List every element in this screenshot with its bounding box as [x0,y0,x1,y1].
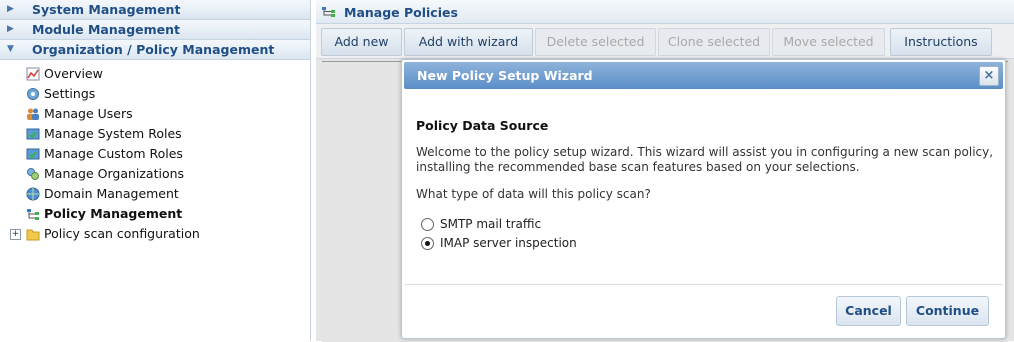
users-icon [27,108,39,120]
option-imap-server-inspection[interactable]: IMAP server inspection [416,234,996,253]
dialog-body: Policy Data Source Welcome to the policy… [416,118,996,253]
move-selected-button[interactable]: Move selected [772,28,885,56]
chart-icon [26,67,40,81]
data-type-question: What type of data will this policy scan? [416,187,651,201]
policy-wizard-dialog: New Policy Setup Wizard × Policy Data So… [401,59,1006,339]
instructions-button[interactable]: Instructions [890,28,992,56]
section-system-management[interactable]: ▶ System Management [0,0,310,20]
page-title: Manage Policies [344,5,458,20]
sidebar-item-domain-management[interactable]: Domain Management [0,184,310,204]
settings-icon [27,88,39,100]
folder-icon [26,229,40,241]
navigation-tree: Overview Settings Manage Users Manage Sy… [0,60,310,244]
expand-plus-icon[interactable]: + [10,229,21,240]
sidebar-item-manage-system-roles[interactable]: Manage System Roles [0,124,310,144]
sidebar: ▶ System Management ▶ Module Management … [0,0,311,341]
delete-selected-button[interactable]: Delete selected [535,28,656,56]
cancel-button[interactable]: Cancel [836,296,901,326]
radio-button[interactable] [421,237,434,250]
option-smtp-mail-traffic[interactable]: SMTP mail traffic [416,215,996,234]
radio-button[interactable] [421,218,434,231]
sidebar-item-overview[interactable]: Overview [0,64,310,84]
option-label: IMAP server inspection [440,236,577,250]
chevron-right-icon: ▶ [7,24,14,34]
option-label: SMTP mail traffic [440,217,542,231]
sidebar-item-label: Policy scan configuration [44,226,200,241]
add-new-button[interactable]: Add new [321,28,402,56]
continue-button[interactable]: Continue [906,296,989,326]
wizard-description: Welcome to the policy setup wizard. This… [416,145,994,174]
sidebar-item-label: Domain Management [44,186,179,201]
sidebar-item-manage-organizations[interactable]: Manage Organizations [0,164,310,184]
dialog-divider [404,284,1003,285]
sidebar-item-settings[interactable]: Settings [0,84,310,104]
chevron-down-icon: ▼ [7,44,14,54]
sidebar-item-label: Manage Users [44,106,133,121]
sidebar-item-label: Policy Management [44,206,183,221]
panel-header: Manage Policies [316,0,1014,24]
sidebar-item-policy-management[interactable]: Policy Management [0,204,310,224]
sidebar-item-label: Manage Custom Roles [44,146,183,161]
section-label: Module Management [32,22,180,37]
toolbar: Add new Add with wizard Delete selected … [316,24,1014,59]
sidebar-item-label: Manage Organizations [44,166,185,181]
globe-icon [26,187,40,201]
chevron-right-icon: ▶ [7,4,14,14]
organizations-icon [27,168,39,180]
section-label: Organization / Policy Management [32,42,275,57]
dialog-header: New Policy Setup Wizard × [404,62,1003,89]
dialog-title: New Policy Setup Wizard [417,68,593,83]
clone-selected-button[interactable]: Clone selected [658,28,770,56]
section-module-management[interactable]: ▶ Module Management [0,20,310,40]
system-roles-icon [26,128,40,140]
sidebar-item-label: Overview [44,66,103,81]
sidebar-item-label: Settings [44,86,96,101]
sidebar-item-policy-scan-configuration[interactable]: + Policy scan configuration [0,224,310,244]
section-organization-policy-management[interactable]: ▼ Organization / Policy Management [0,40,310,60]
policy-tree-icon [322,7,335,17]
sidebar-item-manage-users[interactable]: Manage Users [0,104,310,124]
custom-roles-icon [26,148,40,160]
add-with-wizard-button[interactable]: Add with wizard [404,28,533,56]
sidebar-item-label: Manage System Roles [44,126,182,141]
policy-tree-icon [27,209,39,220]
section-heading: Policy Data Source [416,118,549,133]
section-label: System Management [32,2,181,17]
sidebar-item-manage-custom-roles[interactable]: Manage Custom Roles [0,144,310,164]
close-icon[interactable]: × [979,66,999,86]
